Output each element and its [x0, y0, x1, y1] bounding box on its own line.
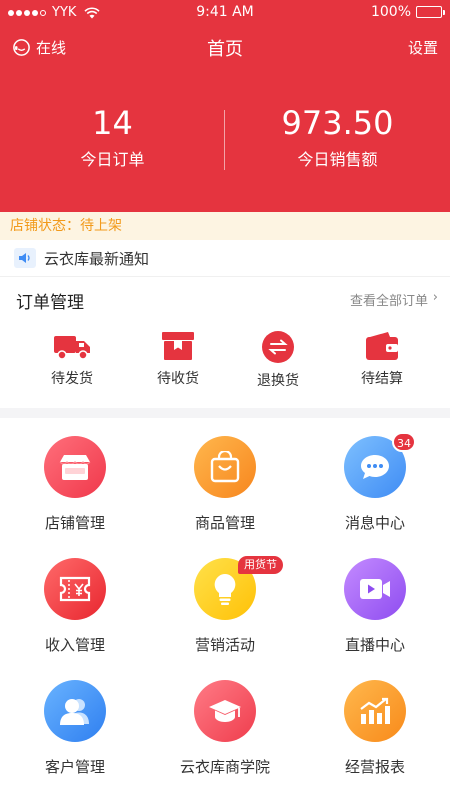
grid-item-business-school[interactable]: 云衣库商学院 — [150, 680, 300, 777]
stat-value: 14 — [92, 104, 133, 142]
order-item-pending-shipment[interactable]: 待发货 — [16, 330, 128, 388]
order-item-label: 待结算 — [361, 371, 403, 387]
promotion-tag-badge: 用货节 — [238, 556, 283, 574]
stat-value: 973.50 — [281, 104, 394, 142]
exchange-icon — [262, 331, 294, 363]
bag-icon — [194, 436, 256, 498]
stat-label: 今日订单 — [80, 150, 145, 169]
stat-today-sales[interactable]: 973.50 今日销售额 — [225, 104, 450, 170]
battery-percent: 100% — [370, 4, 411, 20]
message-count-badge: 34 — [392, 432, 416, 452]
order-item-pending-settlement[interactable]: 待结算 — [326, 330, 438, 388]
grid-item-label: 营销活动 — [194, 636, 255, 654]
grid-item-label: 收入管理 — [44, 636, 105, 654]
grid-item-product-management[interactable]: 商品管理 — [150, 436, 300, 533]
grid-item-income-management[interactable]: 收入管理 — [0, 558, 150, 655]
nav-bar: 在线 首页 设置 — [0, 30, 450, 64]
graduation-cap-icon — [194, 680, 256, 742]
grid-item-marketing[interactable]: 用货节 营销活动 — [150, 556, 300, 655]
notice-bar[interactable]: 云衣库最新通知 — [0, 240, 450, 277]
grid-item-label: 商品管理 — [194, 514, 255, 532]
today-stats: 14 今日订单 973.50 今日销售额 — [0, 104, 450, 174]
page-title: 首页 — [207, 39, 243, 60]
grid-item-label: 客户管理 — [44, 758, 105, 776]
chevron-right-icon: › — [432, 290, 438, 305]
bulb-icon: 用货节 — [194, 556, 283, 620]
grid-item-label: 店铺管理 — [44, 514, 105, 532]
contacts-icon — [44, 680, 106, 742]
grid-item-business-report[interactable]: 经营报表 — [300, 680, 450, 777]
order-item-returns[interactable]: 退换货 — [222, 330, 334, 390]
order-item-label: 退换货 — [257, 373, 299, 389]
orders-section-header: 订单管理 查看全部订单 › — [0, 278, 450, 318]
battery-icon — [416, 6, 445, 18]
grid-item-message-center[interactable]: 34 消息中心 — [300, 432, 450, 533]
chat-icon: 34 — [344, 432, 416, 498]
wallet-icon — [366, 332, 398, 360]
grid-item-label: 云衣库商学院 — [179, 758, 270, 776]
stat-label: 今日销售额 — [297, 150, 378, 169]
order-item-pending-receipt[interactable]: 待收货 — [122, 330, 234, 388]
order-item-label: 待发货 — [51, 371, 93, 387]
grid-item-shop-management[interactable]: 店铺管理 — [0, 436, 150, 533]
view-all-orders-link[interactable]: 查看全部订单 — [350, 290, 428, 309]
grid-item-label: 直播中心 — [344, 636, 405, 654]
speaker-icon — [14, 248, 36, 268]
ticket-icon — [44, 558, 106, 620]
box-icon — [162, 332, 194, 360]
status-bar: YYK 9:41 AM 100% — [0, 0, 450, 26]
shop-status-banner: 店铺状态：待上架 — [0, 212, 450, 240]
section-divider — [0, 408, 450, 418]
notice-text: 云衣库最新通知 — [44, 249, 150, 268]
grid-item-customer-management[interactable]: 客户管理 — [0, 680, 150, 777]
grid-item-label: 消息中心 — [344, 514, 405, 532]
header: YYK 9:41 AM 100% 在线 首页 设置 14 今日订单 973.50… — [0, 0, 450, 212]
order-item-label: 待收货 — [157, 371, 199, 387]
shop-icon — [44, 436, 106, 498]
stat-today-orders[interactable]: 14 今日订单 — [0, 104, 225, 170]
grid-item-live-center[interactable]: 直播中心 — [300, 558, 450, 655]
status-bar-right: 100% — [370, 4, 445, 20]
orders-title: 订单管理 — [16, 293, 84, 313]
video-icon — [344, 558, 406, 620]
grid-item-label: 经营报表 — [344, 758, 405, 776]
order-status-row: 待发货 待收货 退换货 待结算 — [0, 330, 450, 400]
chart-icon — [344, 680, 406, 742]
settings-button[interactable]: 设置 — [408, 37, 438, 58]
truck-icon — [54, 336, 90, 360]
